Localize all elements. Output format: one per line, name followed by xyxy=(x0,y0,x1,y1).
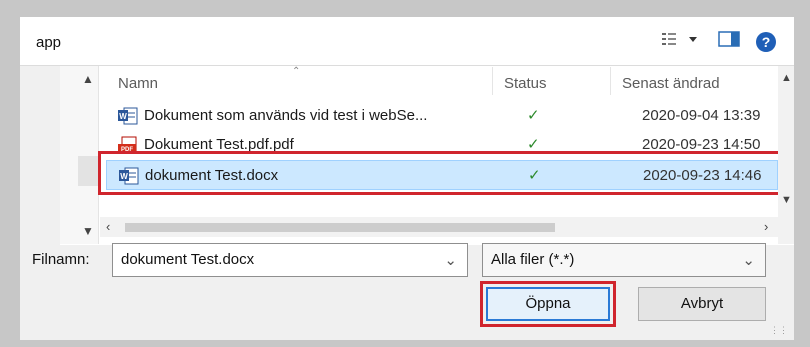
filename-value: dokument Test.docx xyxy=(121,251,255,268)
horizontal-scrollbar[interactable]: ‹ › xyxy=(100,217,780,237)
scroll-up-icon[interactable]: ▲ xyxy=(781,72,792,84)
resize-grip-icon[interactable]: ⋮⋮ xyxy=(770,325,788,336)
scroll-down-icon[interactable]: ▼ xyxy=(781,194,792,206)
cancel-button[interactable]: Avbryt xyxy=(638,287,766,321)
word-icon: W xyxy=(118,107,138,125)
chevron-down-icon[interactable]: ⌄ xyxy=(444,251,457,269)
view-options-icon[interactable] xyxy=(662,31,702,52)
file-type-select[interactable]: Alla filer (*.*) ⌄ xyxy=(482,243,766,277)
scroll-up-icon[interactable]: ▲ xyxy=(82,72,94,86)
status-synced-icon: ✓ xyxy=(527,107,540,124)
toolbar: app ? xyxy=(20,17,794,66)
scroll-left-icon[interactable]: ‹ xyxy=(106,219,110,234)
column-header-modified[interactable]: Senast ändrad xyxy=(622,75,720,92)
file-type-value: Alla filer (*.*) xyxy=(491,251,575,268)
breadcrumb[interactable]: app xyxy=(36,34,61,51)
column-divider[interactable] xyxy=(492,67,493,95)
highlight-selected-row xyxy=(98,151,782,195)
filename-label: Filnamn: xyxy=(32,251,90,268)
filename-input[interactable]: dokument Test.docx ⌄ xyxy=(112,243,468,277)
svg-text:W: W xyxy=(119,112,127,121)
vertical-scrollbar[interactable]: ▲ ▼ xyxy=(778,66,794,244)
navigation-pane: ▲ ▼ xyxy=(60,66,100,244)
file-row[interactable]: W Dokument som används vid test i webSe.… xyxy=(118,101,778,131)
preview-pane-icon[interactable] xyxy=(718,31,740,52)
open-file-dialog: app ? ▲ ▼ ⌃ Namn Status Senast ändrad W … xyxy=(20,17,794,340)
file-name: Dokument som används vid test i webSe... xyxy=(144,107,428,124)
scroll-down-icon[interactable]: ▼ xyxy=(82,224,94,238)
column-header-name[interactable]: Namn xyxy=(118,75,158,92)
scroll-right-icon[interactable]: › xyxy=(764,219,768,234)
sort-arrow-icon: ⌃ xyxy=(292,66,301,77)
column-divider[interactable] xyxy=(610,67,611,95)
highlight-open-button xyxy=(480,281,616,327)
help-icon[interactable]: ? xyxy=(756,31,776,52)
file-date: 2020-09-04 13:39 xyxy=(642,107,761,124)
chevron-down-icon[interactable]: ⌄ xyxy=(742,251,755,269)
nav-scroll-thumb[interactable] xyxy=(78,156,100,186)
column-header-status[interactable]: Status xyxy=(504,75,547,92)
toolbar-icons: ? xyxy=(662,31,776,52)
horizontal-scroll-thumb[interactable] xyxy=(125,223,555,232)
